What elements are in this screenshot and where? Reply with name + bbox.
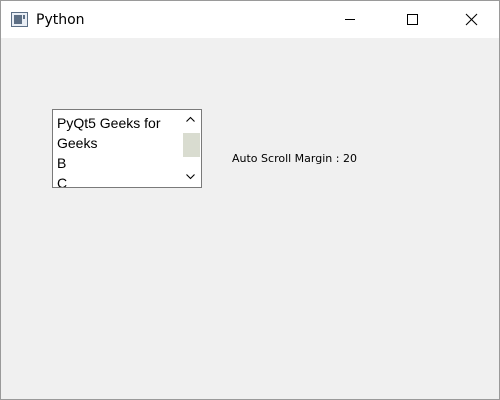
vertical-scrollbar[interactable]	[181, 110, 201, 187]
list-item[interactable]: C	[57, 173, 181, 187]
scroll-up-button[interactable]	[181, 110, 201, 128]
window-title: Python	[36, 12, 85, 28]
list-item[interactable]: PyQt5 Geeks for Geeks	[57, 113, 181, 153]
scroll-down-button[interactable]	[181, 169, 201, 187]
title-bar[interactable]: Python	[1, 1, 499, 38]
chevron-up-icon	[186, 116, 195, 122]
python-app-icon	[11, 12, 28, 27]
list-item[interactable]: B	[57, 153, 181, 173]
chevron-down-icon	[186, 174, 195, 180]
maximize-icon	[407, 14, 418, 25]
minimize-button[interactable]	[341, 1, 387, 38]
close-button[interactable]	[449, 1, 495, 38]
scroll-thumb[interactable]	[183, 133, 200, 157]
auto-scroll-margin-label: Auto Scroll Margin : 20	[232, 152, 357, 165]
list-widget[interactable]: PyQt5 Geeks for Geeks B C	[52, 109, 202, 188]
close-icon	[465, 13, 478, 26]
app-window: Python PyQt5 Geeks for Geeks B C Auto Sc…	[0, 0, 500, 400]
list-items: PyQt5 Geeks for Geeks B C	[57, 113, 181, 187]
maximize-button[interactable]	[387, 1, 433, 38]
minimize-icon	[345, 19, 355, 20]
